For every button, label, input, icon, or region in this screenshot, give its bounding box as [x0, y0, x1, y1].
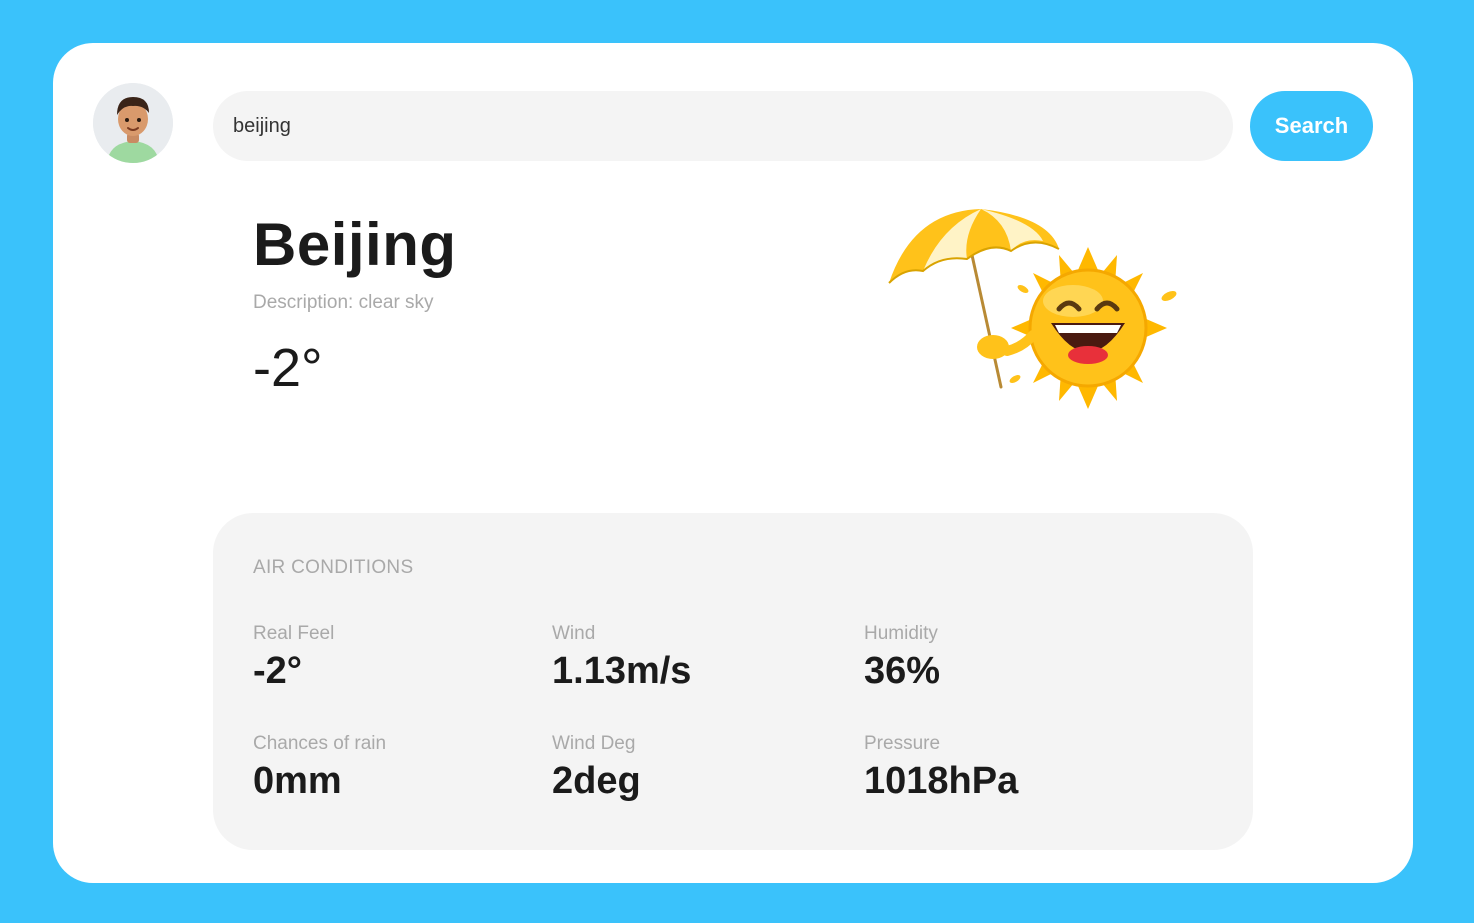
- metric-humidity: Humidity 36%: [864, 623, 940, 693]
- metric-wind-deg: Wind Deg 2deg: [552, 733, 641, 803]
- metric-value: -2°: [253, 650, 302, 692]
- metric-label: Pressure: [864, 733, 941, 754]
- metric-label: Real Feel: [253, 623, 335, 644]
- metric-value: 2deg: [552, 760, 641, 802]
- sun-with-umbrella-icon: [888, 209, 1177, 409]
- metric-value: 36%: [864, 650, 941, 692]
- temperature: -2°: [253, 338, 323, 398]
- air-conditions-title: AIR CONDITIONS: [253, 557, 414, 578]
- weather-description: Description: clear sky: [253, 292, 434, 313]
- search-input[interactable]: [213, 91, 1233, 161]
- metric-real-feel: Real Feel -2°: [253, 623, 334, 693]
- metric-label: Chances of rain: [253, 733, 387, 754]
- weather-illustration: [883, 201, 1193, 416]
- metric-label: Wind: [552, 623, 596, 644]
- weather-card: Search Beijing Description: clear sky -2…: [53, 43, 1413, 883]
- city-name: Beijing: [253, 211, 457, 278]
- user-avatar-icon: [93, 83, 173, 163]
- search-button[interactable]: Search: [1250, 91, 1373, 161]
- metric-value: 1018hPa: [864, 760, 1019, 802]
- metric-chances-of-rain: Chances of rain 0mm: [253, 733, 386, 803]
- metric-value: 1.13m/s: [552, 650, 692, 692]
- metric-label: Wind Deg: [552, 733, 636, 754]
- air-conditions-panel: AIR CONDITIONS Real Feel -2° Wind 1.13m/…: [213, 513, 1253, 850]
- metric-value: 0mm: [253, 760, 342, 802]
- metric-label: Humidity: [864, 623, 938, 644]
- avatar[interactable]: [93, 83, 173, 163]
- metric-wind: Wind 1.13m/s: [552, 623, 691, 693]
- metric-pressure: Pressure 1018hPa: [864, 733, 1018, 803]
